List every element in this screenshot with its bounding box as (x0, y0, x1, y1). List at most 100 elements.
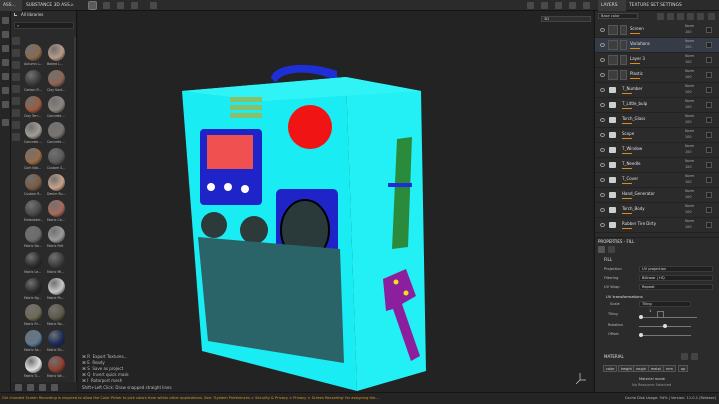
visibility-eye-icon[interactable] (600, 103, 605, 107)
layer-opacity[interactable]: 100 (685, 45, 691, 49)
layer-blend-mode[interactable]: Norm (685, 99, 694, 103)
import-icon[interactable] (15, 384, 22, 391)
layer-opacity[interactable]: 100 (685, 90, 691, 94)
layer-opacity[interactable]: 100 (685, 150, 691, 154)
layer-checkbox[interactable] (706, 42, 712, 48)
layer-blend-mode[interactable]: Norm (685, 129, 694, 133)
uvwrap-dropdown[interactable]: Repeat (639, 284, 713, 290)
visibility-eye-icon[interactable] (600, 73, 605, 77)
material-swatch[interactable] (48, 96, 65, 113)
layer-row[interactable]: T_Cover Norm 100 (595, 173, 719, 188)
layer-blend-mode[interactable]: Norm (685, 84, 694, 88)
layer-blend-mode[interactable]: Norm (685, 144, 694, 148)
add-folder-icon[interactable] (697, 13, 704, 20)
material-swatch[interactable] (48, 200, 65, 217)
visibility-eye-icon[interactable] (600, 163, 605, 167)
category-brushes-icon[interactable] (12, 61, 20, 69)
layer-row[interactable]: Rubber Tire Dirty Norm 100 (595, 218, 719, 233)
lock-icon[interactable] (657, 311, 664, 318)
layer-checkbox[interactable] (706, 177, 712, 183)
channel-toggle[interactable]: metal (648, 365, 664, 372)
offset-slider[interactable] (639, 335, 691, 336)
render-icon[interactable] (527, 2, 534, 9)
layer-blend-mode[interactable]: Norm (685, 219, 694, 223)
material-swatch[interactable] (25, 96, 42, 113)
category-materials-icon[interactable] (12, 37, 20, 45)
perspective-icon[interactable] (103, 2, 110, 9)
layer-row[interactable]: Scope Norm 100 (595, 128, 719, 143)
visibility-eye-icon[interactable] (600, 133, 605, 137)
layer-row[interactable]: Layer 3 Norm 100 (595, 53, 719, 68)
layer-checkbox[interactable] (706, 222, 712, 228)
layer-opacity[interactable]: 100 (685, 105, 691, 109)
visibility-eye-icon[interactable] (600, 43, 605, 47)
layer-checkbox[interactable] (706, 57, 712, 63)
shelf-search-input[interactable]: ⌕ (14, 22, 74, 29)
filter-icon[interactable] (51, 384, 58, 391)
layer-opacity[interactable]: 100 (685, 180, 691, 184)
rotation-slider-handle[interactable] (663, 324, 667, 328)
tab-texture-set-settings[interactable]: TEXTURE SET SETTINGS (626, 0, 719, 11)
material-swatch[interactable] (48, 278, 65, 295)
layer-row[interactable]: Screen Norm 100 (595, 23, 719, 38)
add-effect-icon[interactable] (657, 13, 664, 20)
layer-opacity[interactable]: 100 (685, 210, 691, 214)
layer-checkbox[interactable] (706, 117, 712, 123)
add-mask-icon[interactable] (667, 13, 674, 20)
shelf-scrollbar[interactable] (74, 37, 76, 387)
layer-row[interactable]: Torch_Body Norm 100 (595, 203, 719, 218)
projection-dropdown[interactable]: UV projection (639, 266, 713, 272)
screenshot-icon[interactable] (150, 2, 157, 9)
material-swatch[interactable] (48, 356, 65, 373)
material-swatch[interactable] (25, 70, 42, 87)
add-layer-icon[interactable] (687, 13, 694, 20)
material-swatch[interactable] (48, 330, 65, 347)
grid-view-icon[interactable] (88, 1, 97, 10)
visibility-eye-icon[interactable] (600, 223, 605, 227)
smudge-icon[interactable] (2, 73, 9, 80)
eraser-icon[interactable] (2, 31, 9, 38)
layer-opacity[interactable]: 100 (685, 135, 691, 139)
iray-icon[interactable] (569, 2, 576, 9)
layer-opacity[interactable]: 100 (685, 75, 691, 79)
layer-checkbox[interactable] (706, 87, 712, 93)
layer-blend-mode[interactable]: Norm (685, 204, 694, 208)
visibility-eye-icon[interactable] (600, 88, 605, 92)
polygon-fill-icon[interactable] (2, 59, 9, 66)
category-alphas-icon[interactable] (12, 85, 20, 93)
material-swatch[interactable] (48, 252, 65, 269)
model-canvas[interactable] (78, 11, 593, 392)
layer-opacity[interactable]: 100 (685, 120, 691, 124)
folder-icon[interactable] (27, 384, 34, 391)
layer-row[interactable]: T_Number Norm 100 (595, 83, 719, 98)
tab-layers[interactable]: LAYERS (598, 0, 626, 11)
visibility-eye-icon[interactable] (600, 58, 605, 62)
material-preset-icon[interactable] (681, 353, 688, 360)
mask-thumbnail[interactable] (620, 70, 627, 80)
category-textures-icon[interactable] (12, 73, 20, 81)
material-swatch[interactable] (48, 304, 65, 321)
layer-blend-mode[interactable]: Norm (685, 69, 694, 73)
layer-opacity[interactable]: 100 (685, 60, 691, 64)
material-swatch[interactable] (25, 226, 42, 243)
material-swatch[interactable] (25, 330, 42, 347)
material-reset-icon[interactable] (691, 353, 698, 360)
tiling-slider-handle[interactable] (639, 315, 643, 319)
layer-row[interactable]: Hand_Generator Norm 100 (595, 188, 719, 203)
layer-channel-dropdown[interactable]: Base color (598, 13, 638, 19)
projection-icon[interactable] (2, 45, 9, 52)
layer-row[interactable]: T_Needle Norm 100 (595, 158, 719, 173)
layer-checkbox[interactable] (706, 207, 712, 213)
channel-toggle[interactable]: color (603, 365, 618, 372)
layer-blend-mode[interactable]: Norm (685, 174, 694, 178)
layer-checkbox[interactable] (706, 132, 712, 138)
channel-toggle[interactable]: nrm (663, 365, 676, 372)
layer-opacity[interactable]: 100 (685, 165, 691, 169)
3d-viewport[interactable]: 3D ⌘ R Export Textures... ⌘ E Ready ⌘ S … (78, 11, 593, 392)
layer-checkbox[interactable] (706, 102, 712, 108)
channel-toggle[interactable]: rough (633, 365, 649, 372)
filtering-dropdown[interactable]: Bilinear | HQ (639, 275, 713, 281)
channel-toggle[interactable]: op (678, 365, 689, 372)
share-icon[interactable] (583, 2, 590, 9)
visibility-eye-icon[interactable] (600, 28, 605, 32)
